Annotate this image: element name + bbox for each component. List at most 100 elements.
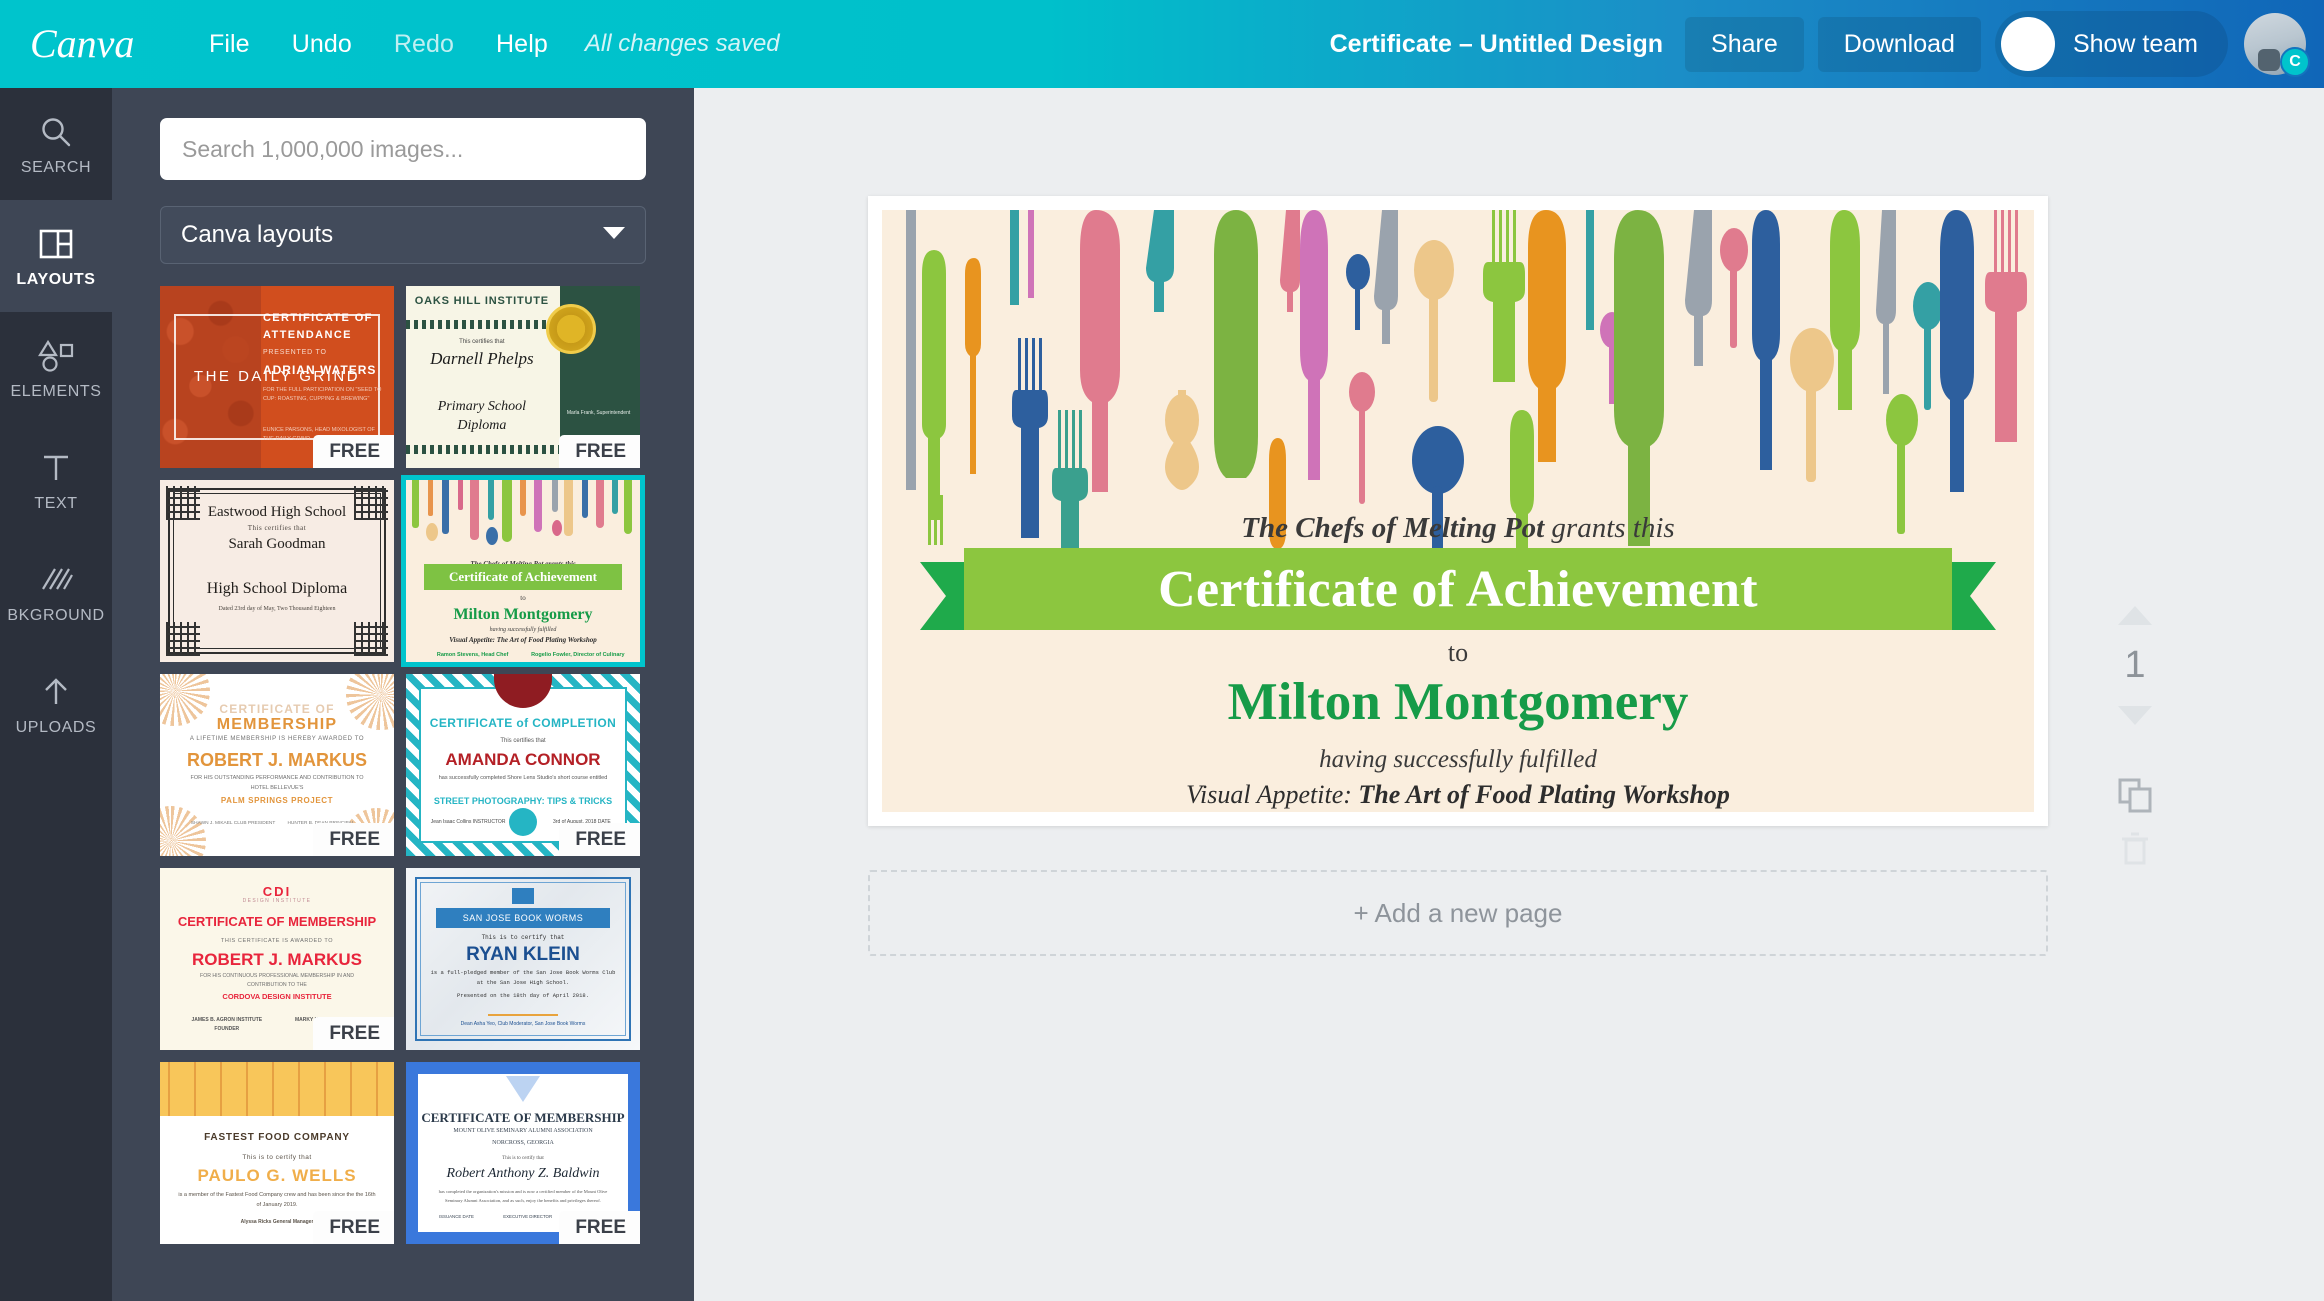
shapes-icon [37,336,75,376]
menu-file[interactable]: File [188,22,271,67]
top-bar-right: Certificate – Untitled Design Share Down… [1330,11,2324,77]
template-thumb-melting-pot[interactable]: The Chefs of Melting Pot grants this Cer… [401,475,645,667]
search-box[interactable] [160,118,646,180]
share-button[interactable]: Share [1685,16,1804,72]
duplicate-page-button[interactable] [2108,768,2162,822]
rail-item-bkground[interactable]: BKGROUND [0,536,112,648]
arrow-up-icon [2118,605,2152,625]
free-badge: FREE [313,1211,394,1244]
thumb-brand: OAKS HILL INSTITUTE [414,295,549,307]
thumb-title: CERTIFICATE OF MEMBERSHIP [421,1110,625,1125]
thumb-body: is a member of the Fastest Food Company … [178,1192,376,1209]
thumb-org: CORDOVA DESIGN INSTITUTE [222,992,332,1001]
template-thumb-book-worms[interactable]: SAN JOSE BOOK WORMS This is to certify t… [406,868,640,1050]
menu-help[interactable]: Help [475,22,569,67]
thumb-title: CERTIFICATE OF MEMBERSHIP [177,914,377,929]
free-badge: FREE [559,823,640,856]
menu-undo[interactable]: Undo [271,22,373,67]
search-input[interactable] [182,135,624,163]
rail-item-elements[interactable]: ELEMENTS [0,312,112,424]
rail-item-layouts[interactable]: LAYOUTS [0,200,112,312]
template-thumb-palm-springs[interactable]: CERTIFICATE OF MEMBERSHIP A LIFETIME MEM… [160,674,394,856]
certificate-grants-line: The Chefs of Melting Pot grants this [882,512,2034,545]
add-new-page-button[interactable]: + Add a new page [868,870,2048,956]
rail-item-text[interactable]: TEXT [0,424,112,536]
books-icon [512,888,534,904]
free-badge: FREE [313,1017,394,1050]
thumb-certifies: This is to certify that [481,934,565,941]
certificate-page[interactable]: The Chefs of Melting Pot grants this Cer… [868,196,2048,826]
avatar-badge: C [2280,47,2310,77]
chevron-down-icon [603,226,625,245]
thumb-body: has completed the organization's mission… [438,1189,608,1203]
thumb-certifies: This is to certify that [242,1154,312,1161]
text-t-icon [40,448,72,488]
rail-item-uploads[interactable]: UPLOADS [0,648,112,760]
add-new-page-label: + Add a new page [1353,897,1563,928]
certificate-course-line: Visual Appetite: The Art of Food Plating… [882,780,2034,810]
copy-icon [2118,778,2152,813]
toggle-knob [2000,17,2055,71]
grants-prefix: The Chefs of Melting Pot [1241,512,1545,544]
free-badge: FREE [313,435,394,468]
document-title[interactable]: Certificate – Untitled Design [1330,30,1663,59]
thumb-sig-left: SHAWN J. MIKAEL CLUB PRESIDENT [190,821,276,826]
thumb-signer: Marla Frank, Superintendent [566,410,631,416]
thumb-recipient: AMANDA CONNOR [445,750,601,769]
thumb-body: FOR HIS OUTSTANDING PERFORMANCE AND CONT… [190,775,364,791]
menu-redo[interactable]: Redo [373,22,475,67]
certificate-design: The Chefs of Melting Pot grants this Cer… [882,210,2034,812]
thumb-brand: Eastwood High School [207,504,347,520]
template-thumb-oaks-hill[interactable]: OAKS HILL INSTITUTE This certifies that … [406,286,640,468]
template-thumb-cdi[interactable]: CDI DESIGN INSTITUTE CERTIFICATE OF MEMB… [160,868,394,1050]
rail-label-search: SEARCH [20,158,92,176]
thumb-recipient: ADRIAN WATERS [262,363,377,377]
thumb-recipient: Sarah Goodman [228,536,326,552]
certificate-to-label: to [1447,638,1469,667]
thumb-title: High School Diploma [206,580,348,597]
thumb-fulfilled: having successfully fulfilled [489,627,557,633]
template-thumb-daily-grind[interactable]: THE DAILY GRIND CERTIFICATE OF ATTENDANC… [160,286,394,468]
layouts-dropdown[interactable]: Canva layouts [160,206,646,264]
template-thumb-mount-olive[interactable]: CERTIFICATE OF MEMBERSHIP MOUNT OLIVE SE… [406,1062,640,1244]
canva-logo[interactable]: Canva [26,17,166,71]
download-button[interactable]: Download [1817,16,1981,72]
avatar[interactable]: C [2244,13,2310,77]
thumb-art: The Chefs of Melting Pot grants this Cer… [406,480,640,662]
left-rail: SEARCH LAYOUTS ELEMENTS TEXT BKGROUND UP… [0,88,112,1301]
template-thumb-fastest-food[interactable]: FASTEST FOOD COMPANY This is to certify … [160,1062,394,1244]
rail-label-elements: ELEMENTS [10,382,102,400]
thumb-title: Certificate of Achievement [449,569,597,584]
template-thumb-shore-lens[interactable]: CERTIFICATE of COMPLETION This certifies… [406,674,640,856]
thumb-certifies: This certifies that [500,738,546,744]
thumb-body: has successfully completed Shore Lens St… [438,775,608,781]
thumb-title-top: CERTIFICATE OF [219,702,335,716]
thumb-location: NORCROSS, GEORGIA [492,1140,554,1146]
thumb-ribbon: Certificate of Achievement [424,564,622,590]
thumb-sig-left: Jean Isaac Collins INSTRUCTOR [430,819,506,825]
template-thumb-eastwood[interactable]: Eastwood High School This certifies that… [160,480,394,662]
top-bar: Canva File Undo Redo Help All changes sa… [0,0,2324,88]
thumb-recipient: ROBERT J. MARKUS [191,950,362,969]
svg-text:Canva: Canva [30,21,134,66]
thumb-org: MOUNT OLIVE SEMINARY ALUMNI ASSOCIATION [453,1128,593,1134]
move-page-up-button[interactable] [2108,588,2162,642]
show-team-label: Show team [2072,29,2198,58]
thumb-dated: Dated 23rd day of May, Two Thousand Eigh… [218,606,336,612]
thumb-banner: SAN JOSE BOOK WORMS [462,913,584,923]
rail-label-bkground: BKGROUND [7,606,105,624]
move-page-down-button[interactable] [2108,688,2162,742]
rail-item-search[interactable]: SEARCH [0,88,112,200]
thumb-body: FOR HIS CONTINUOUS PROFESSIONAL MEMBERSH… [200,973,354,989]
thumb-body: is a full-pledged member of the San Jose… [430,969,616,987]
thumb-art: Eastwood High School This certifies that… [160,480,394,662]
arrow-down-icon [2118,705,2152,725]
layouts-grid-icon [39,224,73,264]
show-team-toggle[interactable]: Show team [1994,11,2228,77]
certificate-recipient: Milton Montgomery [1227,673,1689,731]
thumb-sig-left: Ramon Stevens, Head Chef [436,652,509,658]
thumb-recipient: Robert Anthony Z. Baldwin [446,1166,600,1181]
thumb-course: Visual Appetite: The Art of Food Plating… [449,636,597,644]
delete-page-button[interactable] [2108,822,2162,876]
thumb-presented: Presented on the 18th day of April 2018. [456,992,590,999]
